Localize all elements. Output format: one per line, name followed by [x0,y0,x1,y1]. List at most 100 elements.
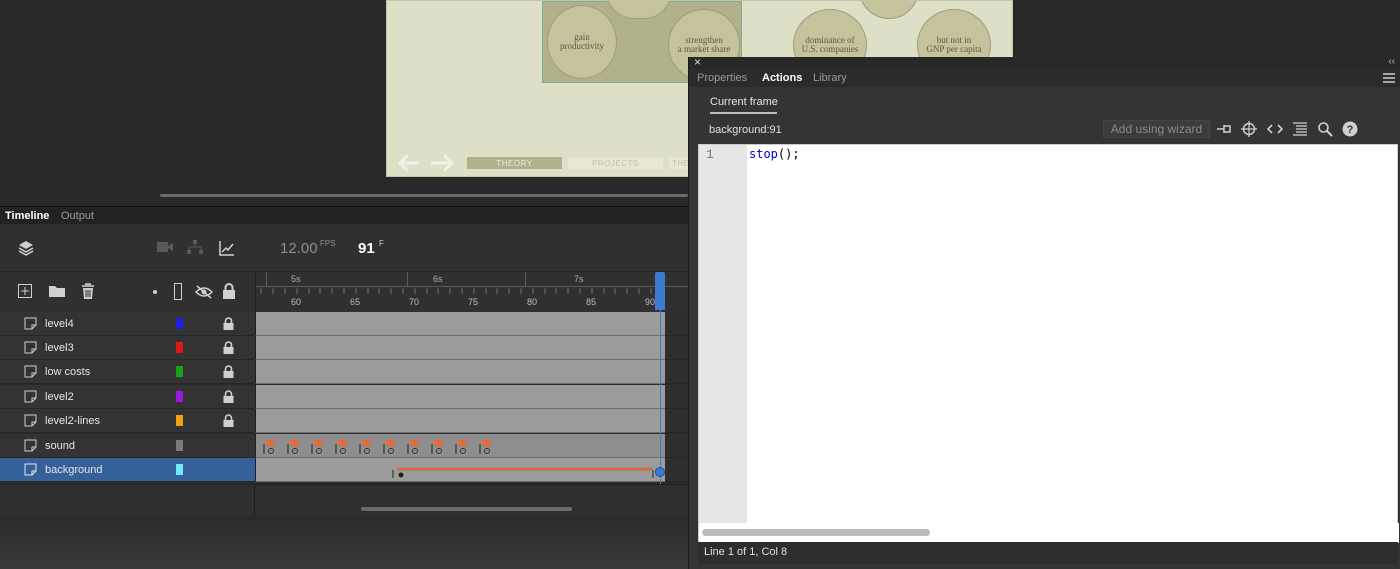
layer-color-swatch[interactable] [176,415,183,426]
panel-tabbar: Properties Actions Library [689,70,1400,87]
ruler-divider [256,286,689,287]
collapse-icon[interactable]: ‹‹ [1388,56,1395,67]
timeline-scrollbar[interactable] [361,507,572,511]
tab-output[interactable]: Output [61,210,94,222]
ruler-frame-label: 70 [409,297,420,307]
frame-span[interactable] [255,409,665,433]
timeline-tabs: Timeline Output [0,206,688,224]
nav-theory-button[interactable]: THEORY [467,157,562,169]
editor-scrollbar-thumb[interactable] [702,529,930,536]
lock-icon[interactable] [223,414,234,427]
frame-empty[interactable] [665,336,688,360]
layer-row[interactable]: sound [0,434,255,458]
frame-span[interactable] [255,385,665,409]
frame-span[interactable] [255,312,665,336]
layer-row[interactable]: level4 [0,312,255,336]
outline-icon[interactable] [174,283,182,300]
background-audio-waveform [392,467,654,478]
layer-header [0,272,255,312]
ruler-frame-label: 90 [645,297,656,307]
layer-color-swatch[interactable] [176,464,183,475]
lock-icon[interactable] [223,365,234,378]
layer-row[interactable]: level2 [0,385,255,409]
tab-library[interactable]: Library [813,72,847,84]
frame-empty[interactable] [665,360,688,384]
tab-current-frame[interactable]: Current frame [710,96,778,108]
nav-arrows-icon[interactable] [395,151,457,175]
stage-bubble-top [859,1,919,19]
layer-row[interactable]: level3 [0,336,255,360]
lock-all-icon[interactable] [222,283,236,299]
frame-empty[interactable] [665,434,688,458]
layer-name[interactable]: level2-lines [45,415,100,427]
frame-span[interactable] [255,336,665,360]
layer-color-swatch[interactable] [176,342,183,353]
parenting-icon[interactable] [186,239,204,255]
code-editor[interactable]: 1 stop(); [698,144,1399,543]
layer-name[interactable]: level3 [45,342,74,354]
layer-name[interactable]: low costs [45,366,90,378]
code-line[interactable]: stop(); [749,147,800,161]
layer-color-swatch[interactable] [176,391,183,402]
fps-value[interactable]: 12.00 [280,240,318,257]
lock-icon[interactable] [223,390,234,403]
bubble-text: dominance of U.S. companies [801,35,859,54]
layer-name[interactable]: level4 [45,318,74,330]
frame-empty[interactable] [665,312,688,336]
find-icon[interactable] [1316,120,1334,138]
tab-properties[interactable]: Properties [697,72,747,84]
tab-actions[interactable]: Actions [762,72,802,84]
bubble-text: strengthen a market share [677,35,731,54]
layer-type-icon [24,414,37,427]
code-function: stop [749,147,778,161]
ruler-second-label: 5s [291,274,301,284]
frame-empty[interactable] [665,409,688,433]
tab-timeline[interactable]: Timeline [5,210,49,222]
layer-type-icon [24,317,37,330]
delete-icon[interactable] [80,283,96,300]
layer-row[interactable]: low costs [0,360,255,384]
graph-icon[interactable] [218,239,236,257]
layer-row-selected[interactable]: background [0,458,255,482]
help-icon[interactable]: ? [1341,120,1359,138]
format-icon[interactable] [1291,120,1309,138]
pin-icon[interactable] [1215,120,1233,138]
visibility-icon[interactable] [194,284,214,300]
stage-scrollbar[interactable] [160,194,688,197]
panel-menu-icon[interactable] [1383,73,1395,83]
add-using-wizard-button[interactable]: Add using wizard [1103,120,1210,138]
playhead[interactable] [655,272,665,310]
layer-type-icon [24,341,37,354]
new-layer-icon[interactable] [17,283,33,299]
frame-empty[interactable] [665,385,688,409]
frame-span[interactable] [255,360,665,384]
target-icon[interactable] [1240,120,1258,138]
frame-span-sound[interactable] [255,434,665,458]
camera-icon[interactable] [156,240,174,254]
highlight-dot-icon[interactable] [153,290,157,294]
frame-empty[interactable] [665,458,688,482]
layer-name[interactable]: sound [45,440,75,452]
actions-panel: × ‹‹ Properties Actions Library Current … [688,55,1400,569]
frame-value[interactable]: 91 [358,240,375,257]
nav-projects-button[interactable]: PROJECTS [568,157,663,169]
lock-icon[interactable] [223,317,234,330]
layer-row[interactable]: level2-lines [0,409,255,433]
layer-color-swatch[interactable] [176,440,183,451]
lock-icon[interactable] [223,341,234,354]
timeline-ruler[interactable]: 5s 6s 7s 60 65 70 75 80 85 90 [255,272,689,312]
layer-name[interactable]: level2 [45,391,74,403]
layer-name[interactable]: background [45,464,103,476]
layers-icon[interactable] [17,239,35,257]
code-brackets-icon[interactable] [1266,120,1284,138]
ruler-second-tick [266,272,267,286]
current-keyframe-marker[interactable] [655,467,665,477]
frame-span-background[interactable] [255,458,665,482]
new-folder-icon[interactable] [48,284,66,298]
close-icon[interactable]: × [694,55,701,69]
code-punctuation: (); [777,147,800,161]
layer-type-icon [24,365,37,378]
stage-bubble: gain productivity [547,5,617,79]
layer-color-swatch[interactable] [176,366,183,377]
layer-color-swatch[interactable] [176,318,183,329]
